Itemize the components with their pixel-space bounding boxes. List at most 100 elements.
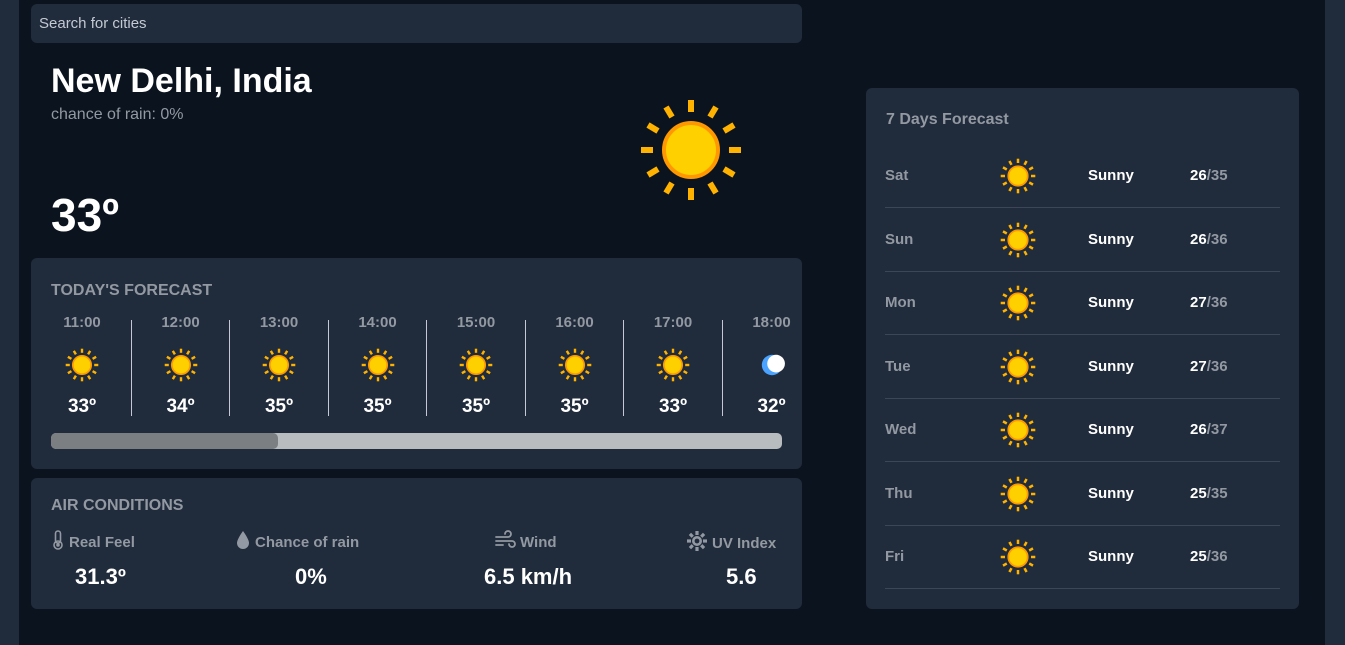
hourly-forecast-item: 12:00 34º: [132, 314, 230, 418]
hour-divider: [229, 320, 230, 416]
hourly-forecast-list[interactable]: 11:00 33º 12:00 34º 13:00 35º 14:00 35º 15:00 35º…: [31, 314, 802, 418]
hourly-forecast-item: 16:00 35º: [526, 314, 624, 418]
day-temperature-range: 26/35: [1190, 167, 1228, 184]
day-forecast-row: Sat Sunny 26/35: [885, 145, 1280, 208]
day-forecast-row: Fri Sunny 25/36: [885, 526, 1280, 589]
sun-icon: [558, 348, 592, 387]
hour-temperature: 35º: [264, 396, 294, 417]
day-condition: Sunny: [1088, 357, 1134, 375]
scrollbar-thumb[interactable]: [51, 433, 278, 449]
day-low: 36: [1210, 294, 1228, 311]
hourly-forecast-item: 14:00 35º: [329, 314, 427, 418]
day-low: 37: [1210, 421, 1228, 438]
chance-of-rain-value: 0%: [295, 564, 327, 589]
day-name: Wed: [885, 421, 917, 438]
sun-icon: [164, 348, 198, 387]
search-input[interactable]: Search for cities: [31, 4, 802, 43]
hour-time: 18:00: [752, 314, 791, 331]
hour-divider: [327, 320, 329, 416]
hour-divider: [721, 320, 723, 416]
horizontal-scrollbar[interactable]: [51, 433, 782, 449]
hour-time: 17:00: [653, 314, 693, 331]
hourly-forecast-item: 11:00 33º: [33, 314, 131, 418]
day-temperature-range: 26/36: [1190, 231, 1228, 248]
hour-divider: [130, 320, 132, 416]
uv-index-metric: UV Index 5.6: [686, 530, 777, 589]
day-temperature-range: 27/36: [1190, 294, 1228, 311]
day-low: 36: [1210, 230, 1228, 248]
air-conditions-panel: AIR CONDITIONS Real Feel 31.3º Chance of…: [31, 478, 802, 609]
todays-forecast-panel: TODAY'S FORECAST 11:00 33º 12:00 34º 13:00 35…: [31, 258, 802, 469]
day-temperature-range: 26/37: [1190, 421, 1228, 438]
sun-icon: [1000, 476, 1036, 517]
day-temperature-range: 25/35: [1190, 485, 1228, 502]
day-high: 26: [1190, 167, 1207, 184]
weather-app: Search for cities New Delhi, India chanc…: [19, 0, 1325, 645]
chance-of-rain-text: chance of rain: 0%: [51, 106, 184, 123]
seven-day-forecast-title: 7 Days Forecast: [886, 111, 1009, 128]
chance-of-rain-label: Chance of rain: [255, 533, 360, 551]
day-forecast-row: Mon Sunny 27/36: [885, 272, 1280, 335]
hourly-forecast-item: 17:00 33º: [624, 314, 722, 418]
hourly-forecast-item: 15:00 35º: [427, 314, 525, 418]
moon-icon: [755, 348, 789, 387]
droplet-icon: [235, 530, 251, 554]
day-condition: Sunny: [1088, 484, 1134, 502]
day-low: 35: [1210, 484, 1228, 502]
seven-day-forecast-panel: 7 Days Forecast Sat Sunny 26/35 Sun Sunny 26/…: [866, 88, 1299, 609]
hour-time: 13:00: [259, 314, 299, 331]
real-feel-metric: Real Feel 31.3º: [51, 530, 135, 589]
sun-icon: [361, 348, 395, 387]
day-condition: Sunny: [1088, 230, 1134, 248]
day-high: 25: [1190, 484, 1207, 502]
day-low: 36: [1210, 548, 1228, 565]
day-temperature-range: 27/36: [1190, 358, 1228, 375]
sun-icon: [1000, 539, 1036, 580]
day-high: 25: [1190, 548, 1207, 565]
day-name: Sun: [885, 230, 914, 248]
sun-icon: [65, 348, 99, 387]
hour-temperature: 35º: [560, 396, 589, 417]
day-forecast-row: Tue Sunny 27/36: [885, 336, 1280, 399]
day-condition: Sunny: [1088, 548, 1134, 565]
hour-time: 11:00: [63, 314, 101, 331]
day-high: 26: [1190, 230, 1207, 248]
day-forecast-row: Wed Sunny 26/37: [885, 399, 1280, 462]
sun-icon: [1000, 222, 1036, 263]
day-low: 36: [1210, 357, 1228, 375]
hourly-forecast-item: 18:00 32º: [723, 314, 803, 418]
day-forecast-row: Sun Sunny 26/36: [885, 209, 1280, 272]
current-temperature: 33º: [51, 189, 119, 241]
sun-icon: [1000, 412, 1036, 453]
sun-icon: [1000, 158, 1036, 199]
day-high: 27: [1190, 294, 1207, 311]
hour-temperature: 33º: [658, 396, 688, 417]
sun-icon: [656, 348, 690, 387]
air-conditions-title: AIR CONDITIONS: [51, 497, 184, 514]
wind-icon: [494, 530, 516, 554]
hour-divider: [426, 320, 427, 416]
day-name: Thu: [885, 484, 913, 502]
real-feel-value: 31.3º: [75, 564, 126, 589]
hour-divider: [524, 320, 526, 416]
day-name: Tue: [885, 357, 911, 375]
hour-time: 14:00: [358, 314, 397, 331]
hour-temperature: 33º: [67, 396, 97, 417]
thermometer-icon: [51, 530, 65, 554]
day-high: 26: [1190, 421, 1207, 438]
hour-temperature: 35º: [363, 396, 392, 417]
hourly-forecast-item: 13:00 35º: [230, 314, 328, 418]
day-high: 27: [1190, 357, 1207, 375]
sun-icon: [1000, 285, 1036, 326]
real-feel-label: Real Feel: [69, 533, 135, 551]
hour-divider: [623, 320, 624, 416]
sun-icon: [1000, 349, 1036, 390]
uv-index-label: UV Index: [712, 534, 777, 552]
hour-time: 15:00: [456, 314, 496, 331]
uv-index-value: 5.6: [726, 564, 757, 589]
wind-metric: Wind 6.5 km/h: [484, 530, 572, 589]
day-low: 35: [1210, 167, 1228, 184]
day-condition: Sunny: [1088, 294, 1134, 311]
day-temperature-range: 25/36: [1190, 548, 1228, 565]
hour-temperature: 35º: [461, 396, 491, 417]
